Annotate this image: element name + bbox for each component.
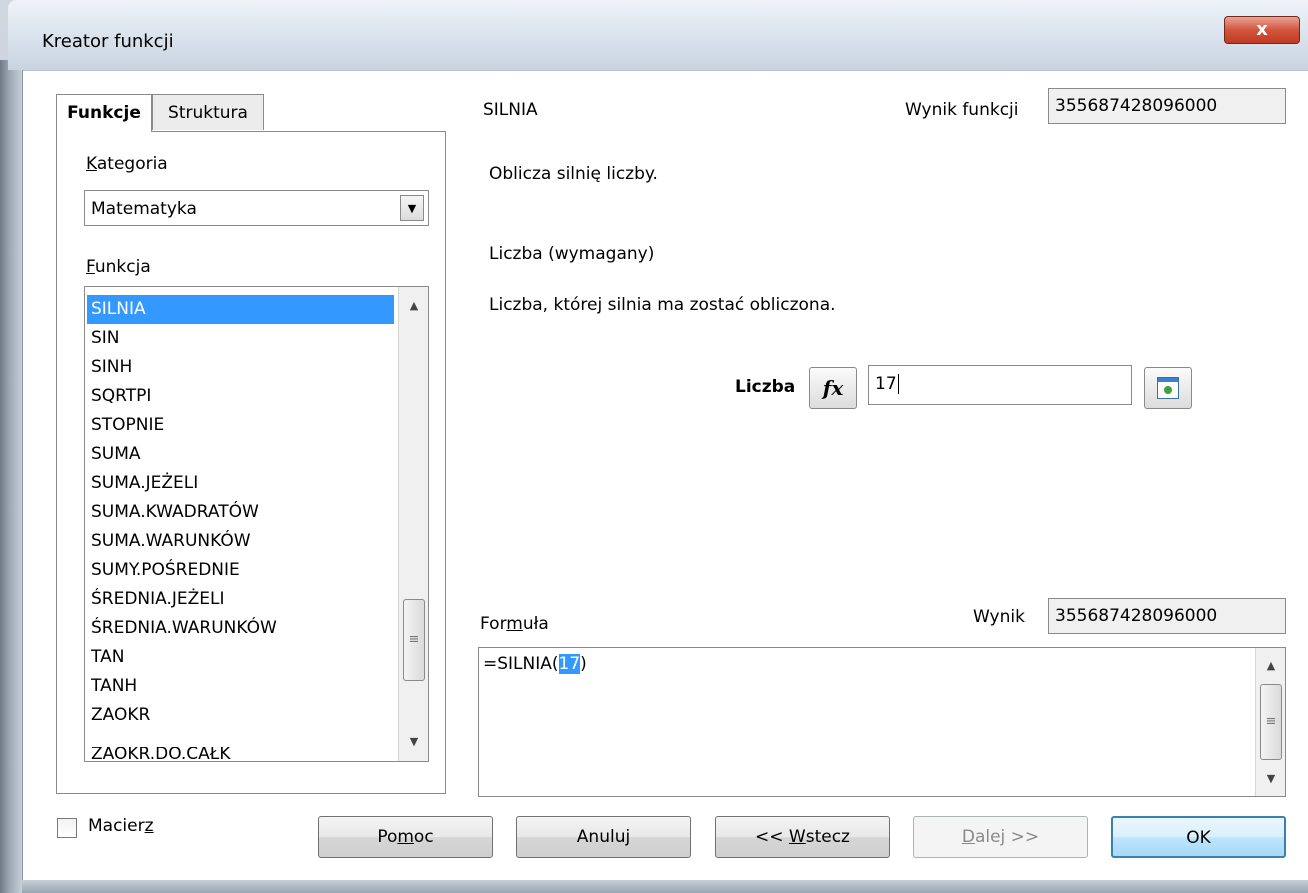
argument-value: 17: [875, 374, 897, 394]
cancel-label: Anuluj: [576, 827, 631, 847]
list-item[interactable]: SINH: [87, 353, 394, 382]
function-result-label: Wynik funkcji: [905, 100, 1019, 120]
list-item[interactable]: SILNIA: [87, 295, 394, 324]
text-caret: [897, 374, 899, 394]
category-dropdown[interactable]: Matematyka ▼: [84, 190, 429, 226]
window-border-left: [0, 60, 22, 893]
window-border-bottom: [22, 880, 1308, 893]
shrink-icon: [1157, 377, 1179, 399]
help-label-post: oc: [413, 827, 434, 847]
parameter-description: Liczba, której silnia ma zostać obliczon…: [489, 295, 836, 315]
ok-button[interactable]: OK: [1111, 816, 1286, 858]
ok-label: OK: [1186, 828, 1211, 848]
tab-functions[interactable]: Funkcje: [56, 94, 152, 132]
next-button[interactable]: Dalej >>: [913, 816, 1088, 858]
formula-text-pre: =SILNIA(: [483, 654, 559, 674]
list-item-label: ZAOKR.DO.CAŁK: [91, 747, 231, 761]
list-item[interactable]: ZAOKR: [87, 701, 394, 730]
window-title: Kreator funkcji: [42, 31, 174, 52]
scroll-up-icon[interactable]: ▲: [1256, 651, 1286, 681]
chevron-down-icon[interactable]: ▼: [400, 195, 424, 221]
list-item[interactable]: SUMY.POŚREDNIE: [87, 556, 394, 585]
category-label-mnemonic: K: [86, 154, 97, 174]
array-checkbox-label[interactable]: Macierz: [88, 816, 154, 836]
function-name: SILNIA: [483, 100, 538, 120]
function-label-mnemonic: F: [86, 257, 95, 277]
list-item[interactable]: TAN: [87, 643, 394, 672]
back-label-mnemonic: W: [788, 827, 806, 847]
argument-label: Liczba: [735, 377, 796, 397]
list-item[interactable]: SUMA: [87, 440, 394, 469]
list-item[interactable]: SUMA.WARUNKÓW: [87, 527, 394, 556]
formula-text-post: ): [580, 654, 587, 674]
back-label-post: stecz: [805, 827, 850, 847]
result-field: 355687428096000: [1048, 598, 1286, 634]
function-description: Oblicza silnię liczby.: [489, 164, 658, 184]
function-list[interactable]: SILNIA SIN SINH SQRTPI STOPNIE SUMA SUMA…: [84, 286, 429, 762]
back-label-pre: <<: [755, 827, 789, 847]
list-item[interactable]: ŚREDNIA.WARUNKÓW: [87, 614, 394, 643]
category-label-rest: ategoria: [96, 154, 168, 174]
array-label-pre: Macier: [88, 816, 145, 836]
list-item[interactable]: SUMA.KWADRATÓW: [87, 498, 394, 527]
fx-icon: fx: [822, 376, 844, 400]
function-list-scrollbar[interactable]: ▲ ≡ ▼: [398, 287, 428, 761]
formula-scrollbar[interactable]: ▲ ≡ ▼: [1255, 648, 1285, 796]
back-button[interactable]: << Wstecz: [715, 816, 890, 858]
close-button[interactable]: x: [1224, 16, 1300, 44]
formula-label-mnemonic: m: [506, 614, 523, 634]
array-checkbox[interactable]: [57, 818, 77, 838]
formula-label-post: uła: [522, 614, 549, 634]
formula-text: =SILNIA(17): [483, 654, 587, 674]
list-item[interactable]: SQRTPI: [87, 382, 394, 411]
formula-label-pre: For: [480, 614, 507, 634]
function-list-label: Funkcja: [86, 257, 151, 277]
close-icon: x: [1256, 19, 1268, 40]
list-item[interactable]: TANH: [87, 672, 394, 701]
scroll-up-icon[interactable]: ▲: [399, 291, 428, 321]
parameter-title: Liczba (wymagany): [489, 244, 655, 264]
result-label: Wynik: [973, 607, 1025, 627]
function-wizard-button[interactable]: fx: [809, 367, 857, 409]
formula-label: Formuła: [480, 614, 549, 634]
next-label-mnemonic: D: [961, 827, 975, 847]
tab-functions-label: Funkcje: [67, 103, 141, 123]
help-label-mnemonic: m: [397, 827, 414, 847]
function-label-rest: unkcja: [94, 257, 151, 277]
list-item[interactable]: SIN: [87, 324, 394, 353]
tab-structure-label: Struktura: [168, 103, 248, 123]
shrink-dialog-button[interactable]: [1144, 367, 1192, 409]
category-value: Matematyka: [91, 199, 197, 219]
function-result-field: 355687428096000: [1048, 88, 1286, 124]
help-label-pre: Po: [377, 827, 398, 847]
next-label-post: alej >>: [974, 827, 1040, 847]
scroll-thumb[interactable]: ≡: [1260, 684, 1282, 760]
category-label: Kategoria: [86, 154, 168, 174]
argument-input[interactable]: 17: [868, 365, 1132, 405]
tab-structure[interactable]: Struktura: [152, 94, 264, 130]
cancel-button[interactable]: Anuluj: [516, 816, 691, 858]
list-item[interactable]: ŚREDNIA.JEŻELI: [87, 585, 394, 614]
list-item[interactable]: STOPNIE: [87, 411, 394, 440]
help-button[interactable]: Pomoc: [318, 816, 493, 858]
array-label-mnemonic: z: [144, 816, 154, 836]
scroll-thumb[interactable]: ≡: [403, 599, 425, 681]
list-item[interactable]: SUMA.JEŻELI: [87, 469, 394, 498]
formula-selection: 17: [558, 654, 581, 674]
scroll-down-icon[interactable]: ▼: [1256, 764, 1286, 794]
list-item[interactable]: ZAOKR.DO.CAŁK: [87, 747, 394, 761]
formula-editor[interactable]: =SILNIA(17) ▲ ≡ ▼: [478, 647, 1286, 797]
scroll-down-icon[interactable]: ▼: [399, 727, 428, 757]
title-bar[interactable]: Kreator funkcji: [8, 0, 1308, 70]
